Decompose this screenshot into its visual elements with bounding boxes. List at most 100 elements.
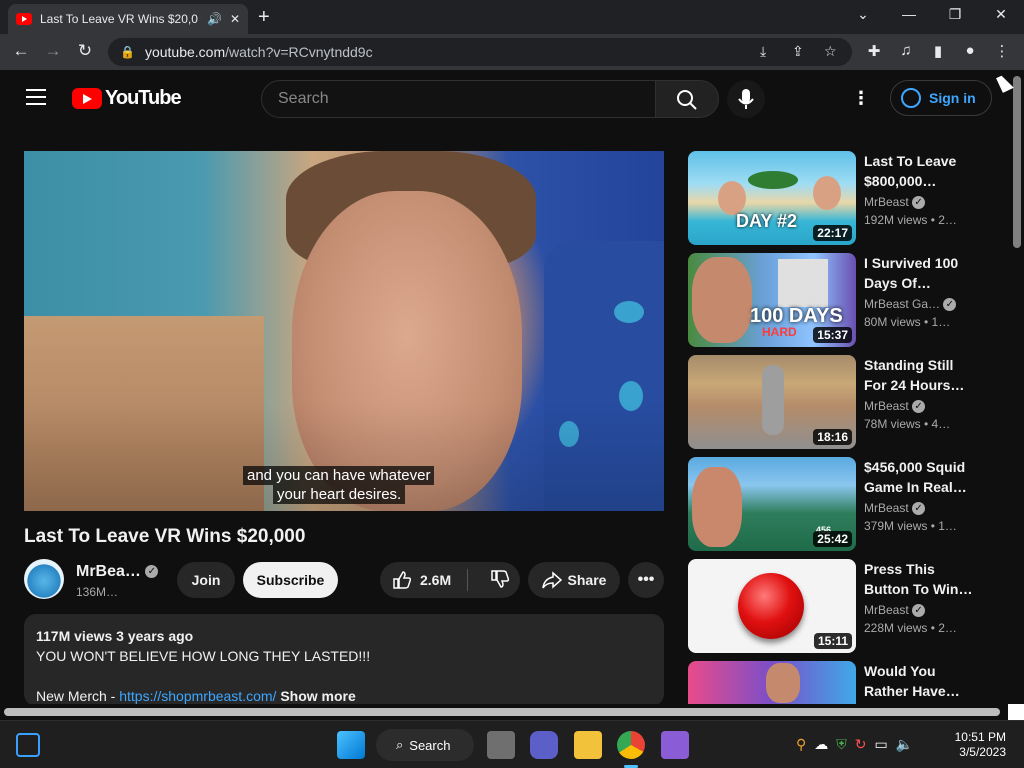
recommended-video[interactable]: Would You Rather Have… [688,661,988,704]
verified-badge-icon: ✓ [943,298,957,312]
video-duration: 25:42 [813,531,852,547]
side-panel-icon[interactable]: ▮ [928,42,948,60]
voice-search-button[interactable] [727,80,765,118]
file-explorer-icon[interactable] [574,731,602,759]
share-button[interactable]: Share [528,562,620,598]
scrollbar-corner [1008,704,1024,720]
video-frame-shade [24,151,664,511]
dislike-button[interactable] [490,569,510,592]
search-icon [677,90,697,110]
recommended-meta: 228M views • 2… [864,621,957,635]
start-menu-icon[interactable] [337,731,365,759]
recommended-video[interactable]: 15:11 Press This Button To Win… MrBeast … [688,559,988,655]
thumbnail-statue [762,365,784,435]
sign-in-button[interactable]: Sign in [890,80,992,116]
vertical-scroll-thumb[interactable] [1013,76,1021,248]
teams-chat-icon[interactable] [530,731,558,759]
show-more-button[interactable]: Show more [280,688,355,704]
caption-line: your heart desires. [273,485,406,504]
reload-button[interactable]: ↻ [74,41,96,61]
recommended-channel: MrBeast Ga… ✓ [864,297,957,312]
profile-icon[interactable]: ● [960,42,980,59]
minimize-button[interactable]: — [886,6,932,22]
horizontal-scroll-thumb[interactable] [4,708,1000,716]
video-description[interactable]: 117M views 3 years ago YOU WON'T BELIEVE… [24,614,664,706]
video-thumbnail[interactable]: 15:11 [688,559,856,653]
restore-button[interactable]: ❐ [932,6,978,23]
browser-tab[interactable]: Last To Leave VR Wins $20,0 🔊 ✕ [8,4,248,34]
url-host: youtube.com [144,44,226,60]
video-player[interactable]: and you can have whatever your heart des… [24,151,664,511]
thumbnail-person [692,257,752,343]
video-thumbnail[interactable]: 100 DAYS HARD 15:37 [688,253,856,347]
forward-button[interactable]: → [42,41,64,61]
system-tray[interactable]: ⚲☁⛨↻▭🔈 [796,736,921,753]
url-path: /watch?v=RCvnytndd9c [225,44,373,60]
windows-taskbar: ⌕ Search ⚲☁⛨↻▭🔈 10:51 PM 3/5/2023 [0,720,1024,768]
tab-search-chevron-icon[interactable]: ⌄ [840,6,886,23]
bookmark-star-icon[interactable]: ☆ [824,43,837,60]
search-input[interactable]: Search [261,80,656,118]
recommended-video[interactable]: 18:16 Standing Still For 24 Hours… MrBea… [688,355,988,451]
browser-title-bar: Last To Leave VR Wins $20,0 🔊 ✕ + ⌄ — ❐ … [0,0,1024,34]
address-bar[interactable]: 🔒 youtube.com /watch?v=RCvnytndd9c ⤓ ⇪ ☆ [108,38,852,66]
channel-name[interactable]: MrBea… ✓ [76,563,159,581]
visual-studio-icon[interactable] [661,731,689,759]
like-button[interactable]: 2.6M [392,570,451,590]
sync-icon[interactable]: ↻ [855,736,875,752]
video-thumbnail[interactable]: DAY #2 22:17 [688,151,856,245]
subscriber-count: 136M… [76,585,119,599]
vertical-scrollbar[interactable] [1010,70,1024,704]
task-view-icon[interactable] [487,731,515,759]
join-button[interactable]: Join [177,562,235,598]
account-icon [901,88,921,108]
share-page-icon[interactable]: ⇪ [792,43,804,60]
horizontal-scrollbar[interactable] [0,704,1024,720]
media-controls-icon[interactable]: ♫ [896,42,916,59]
install-app-icon[interactable]: ⤓ [760,43,766,60]
system-clock[interactable]: 10:51 PM 3/5/2023 [950,730,1006,760]
video-duration: 15:11 [813,633,852,649]
video-thumbnail[interactable]: 18:16 [688,355,856,449]
subscribe-button[interactable]: Subscribe [243,562,338,598]
video-thumbnail[interactable]: 456 25:42 [688,457,856,551]
widgets-icon[interactable] [16,733,40,757]
close-window-button[interactable]: ✕ [978,6,1024,23]
recommended-video[interactable]: 100 DAYS HARD 15:37 I Survived 100 Days … [688,253,988,349]
recommended-meta: 80M views • 1… [864,315,951,329]
speaker-icon[interactable]: 🔊 [207,12,222,26]
verified-badge-icon: ✓ [912,604,926,618]
volume-icon[interactable]: 🔈 [896,736,921,752]
search-tray-icon[interactable]: ⚲ [796,736,814,752]
merch-link[interactable]: https://shopmrbeast.com/ [119,688,276,704]
thumbnail-person [718,181,746,215]
new-tab-button[interactable]: + [258,6,270,29]
hamburger-menu-icon[interactable] [26,89,46,105]
recommended-channel-text: MrBeast Ga… [864,297,941,311]
back-button[interactable]: ← [10,41,32,61]
recommended-title: Would You Rather Have… [864,663,960,699]
browser-menu-icon[interactable]: ⋮ [992,42,1012,60]
tab-close-icon[interactable]: ✕ [230,12,240,26]
search-button[interactable] [655,80,719,118]
display-icon[interactable]: ▭ [875,736,896,752]
taskbar-search-button[interactable]: ⌕ Search [376,729,474,761]
share-arrow-icon [541,571,562,589]
channel-avatar[interactable] [24,559,64,599]
like-divider [467,569,469,591]
settings-menu-icon[interactable]: ⋮ [852,88,870,109]
recommended-channel: MrBeast ✓ [864,603,926,618]
cloud-icon[interactable]: ☁ [814,736,836,752]
security-shield-icon[interactable]: ⛨ [836,736,855,752]
video-thumbnail[interactable] [688,661,856,704]
view-count-date: 117M views 3 years ago [36,628,194,644]
youtube-logo[interactable]: YouTube [72,87,182,110]
recommended-channel-text: MrBeast [864,399,909,413]
more-actions-button[interactable]: ••• [628,562,664,598]
recommended-video[interactable]: DAY #2 22:17 Last To Leave $800,000… MrB… [688,151,988,247]
extensions-icon[interactable]: ✚ [864,42,884,60]
chrome-icon[interactable] [617,731,645,759]
youtube-header: YouTube Search ⋮ Sign in [0,70,1010,126]
verified-badge-icon: ✓ [912,196,926,210]
recommended-video[interactable]: 456 25:42 $456,000 Squid Game In Real… M… [688,457,988,553]
